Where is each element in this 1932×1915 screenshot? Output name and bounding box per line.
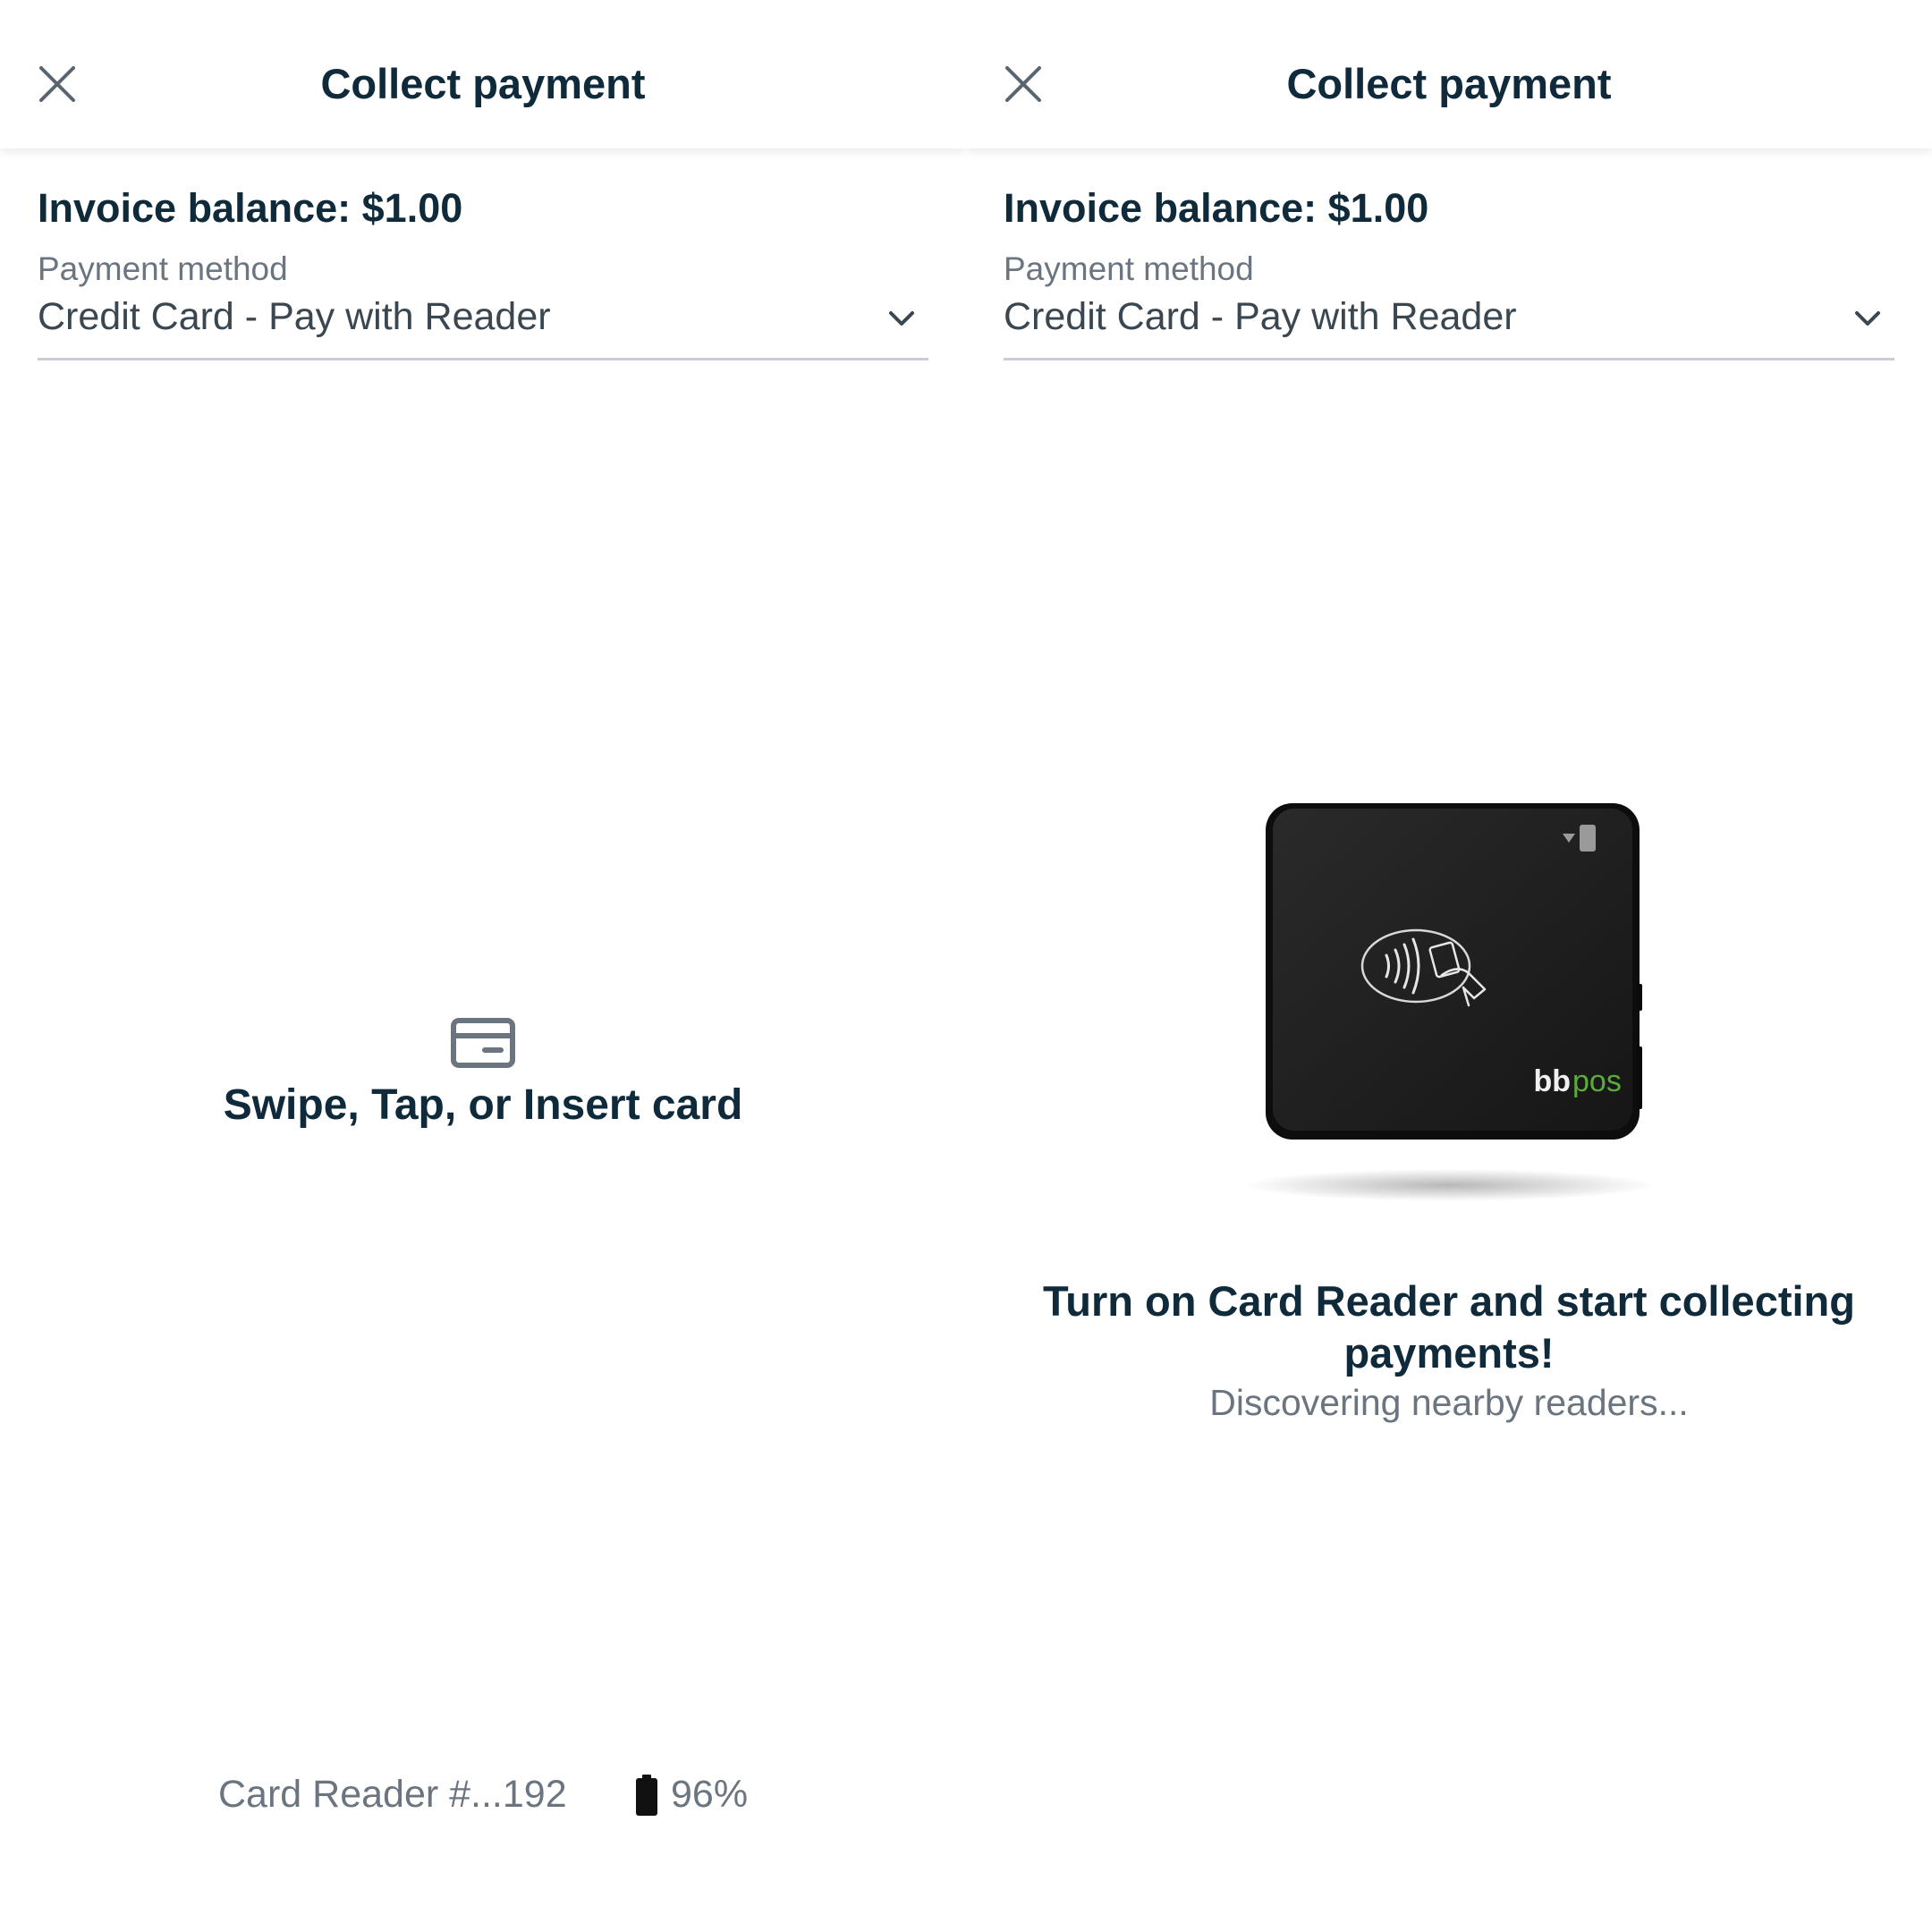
payment-method-value: Credit Card - Pay with Reader bbox=[1004, 295, 1517, 338]
credit-card-icon bbox=[451, 1018, 515, 1068]
app-bar: Collect payment bbox=[966, 0, 1932, 148]
card-reader-name: Card Reader #...192 bbox=[218, 1773, 567, 1816]
battery-icon bbox=[635, 1775, 658, 1816]
app-bar: Collect payment bbox=[0, 0, 966, 148]
payment-method-label: Payment method bbox=[1004, 250, 1254, 287]
payment-method-select[interactable]: Credit Card - Pay with Reader bbox=[38, 288, 928, 360]
card-reader-image: bb pos bbox=[1234, 787, 1664, 1207]
brand-logo-pos: pos bbox=[1572, 1064, 1622, 1098]
payment-method-select[interactable]: Credit Card - Pay with Reader bbox=[1004, 288, 1894, 360]
swipe-tap-insert-prompt: Swipe, Tap, or Insert card bbox=[223, 1081, 743, 1129]
collect-payment-screen-reader-connected: Collect payment Invoice balance: $1.00 P… bbox=[0, 0, 966, 1915]
payment-method-label: Payment method bbox=[38, 250, 288, 287]
page-title: Collect payment bbox=[1286, 60, 1612, 107]
discovering-status: Discovering nearby readers... bbox=[1209, 1382, 1689, 1423]
page-title: Collect payment bbox=[320, 60, 646, 107]
collect-payment-screen-discovering: Collect payment Invoice balance: $1.00 P… bbox=[966, 0, 1932, 1915]
chevron-down-icon bbox=[884, 301, 919, 336]
battery-level: 96% bbox=[671, 1773, 749, 1816]
payment-method-value: Credit Card - Pay with Reader bbox=[38, 295, 551, 338]
turn-on-reader-message: Turn on Card Reader and start collecting… bbox=[1043, 1277, 1855, 1377]
reader-status: Card Reader #...192 96% bbox=[0, 1769, 966, 1823]
chevron-down-icon bbox=[1850, 301, 1885, 336]
invoice-balance: Invoice balance: $1.00 bbox=[1004, 185, 1429, 231]
invoice-balance: Invoice balance: $1.00 bbox=[38, 185, 463, 231]
brand-logo-bb: bb bbox=[1533, 1064, 1571, 1098]
